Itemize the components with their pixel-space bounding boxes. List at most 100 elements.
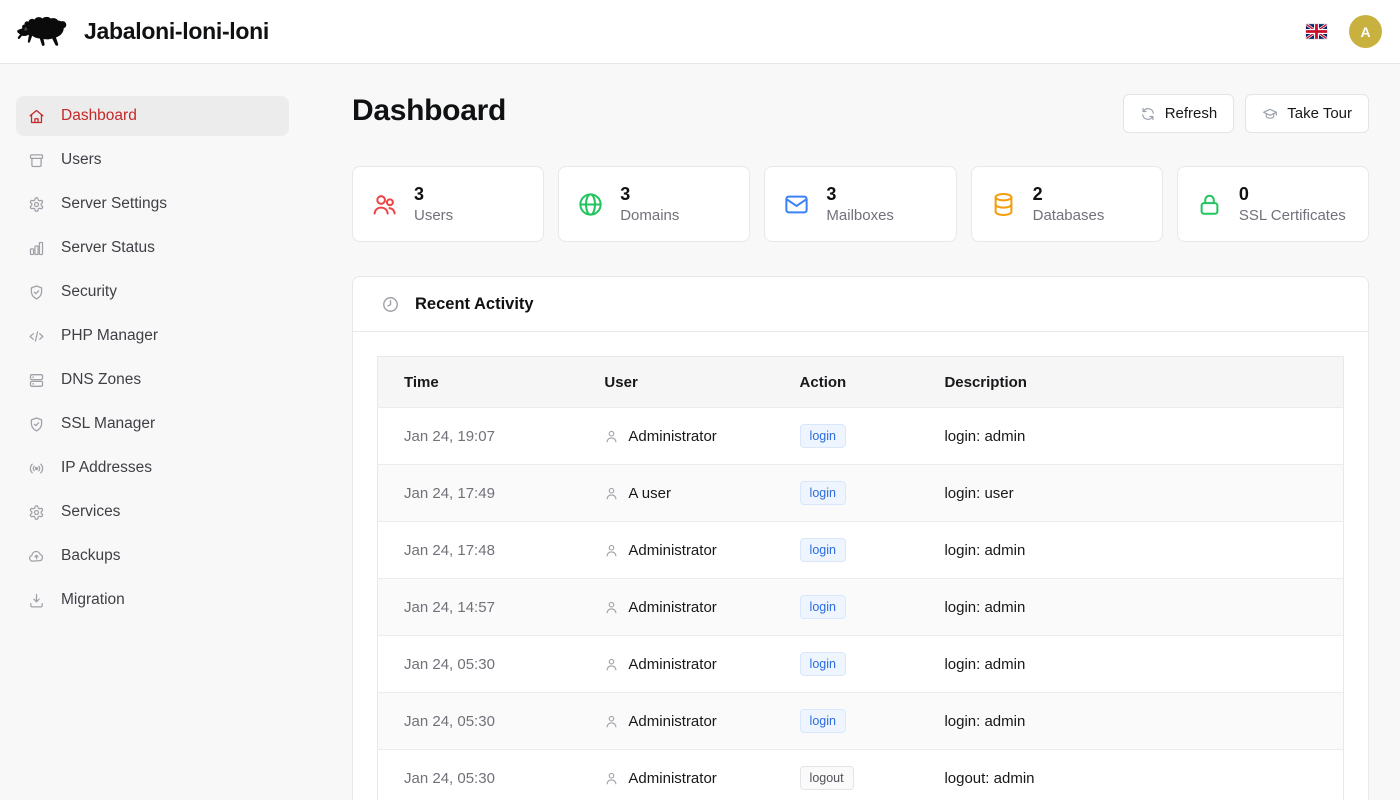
- sidebar-item[interactable]: SSL Manager: [16, 404, 289, 444]
- sidebar-item-label: Server Settings: [61, 195, 167, 213]
- sidebar-item-label: SSL Manager: [61, 415, 155, 433]
- activity-user: A user: [628, 485, 671, 502]
- person-icon: [604, 600, 619, 615]
- sidebar-item[interactable]: DNS Zones: [16, 360, 289, 400]
- stat-value: 3: [414, 183, 453, 206]
- sidebar-item-label: IP Addresses: [61, 459, 152, 477]
- stat-card: 2 Databases: [971, 166, 1163, 242]
- sidebar-item[interactable]: Services: [16, 492, 289, 532]
- sidebar-item-label: Dashboard: [61, 107, 137, 125]
- table-row: Jan 24, 14:57 Administrator login login:…: [378, 579, 1344, 636]
- stat-globe-icon: [577, 191, 604, 218]
- person-icon: [604, 657, 619, 672]
- language-flag-icon[interactable]: [1306, 24, 1327, 39]
- sidebar-item-label: Users: [61, 151, 101, 169]
- activity-user: Administrator: [628, 428, 716, 445]
- header-actions: Refresh Take Tour: [1123, 94, 1369, 133]
- sidebar-item[interactable]: Security: [16, 272, 289, 312]
- col-header-description: Description: [918, 357, 1343, 408]
- take-tour-button[interactable]: Take Tour: [1245, 94, 1369, 133]
- stat-label: Users: [414, 206, 453, 226]
- stat-card: 0 SSL Certificates: [1177, 166, 1369, 242]
- stat-database-icon: [990, 191, 1017, 218]
- download-icon: [28, 592, 45, 609]
- stat-label: Domains: [620, 206, 679, 226]
- panel-title: Recent Activity: [415, 295, 534, 314]
- stat-value: 2: [1033, 183, 1105, 206]
- broadcast-icon: [28, 460, 45, 477]
- sidebar-item-label: Server Status: [61, 239, 155, 257]
- stat-value: 0: [1239, 183, 1346, 206]
- action-badge: login: [800, 595, 846, 620]
- activity-time: Jan 24, 19:07: [378, 408, 579, 465]
- stat-cards: 3 Users 3 Domains 3 Mail: [352, 166, 1369, 242]
- sidebar-item[interactable]: Backups: [16, 536, 289, 576]
- activity-description: login: admin: [918, 693, 1343, 750]
- stat-label: Mailboxes: [826, 206, 894, 226]
- sidebar-item-label: PHP Manager: [61, 327, 158, 345]
- main-content: Dashboard Refresh Take Tour 3: [320, 64, 1400, 800]
- shield-check-icon: [28, 416, 45, 433]
- user-avatar[interactable]: A: [1349, 15, 1382, 48]
- stat-card: 3 Domains: [558, 166, 750, 242]
- sidebar-item[interactable]: Dashboard: [16, 96, 289, 136]
- table-row: Jan 24, 05:30 Administrator login login:…: [378, 693, 1344, 750]
- sidebar-item[interactable]: Users: [16, 140, 289, 180]
- activity-table: Time User Action Description Jan 24, 19:…: [377, 356, 1344, 800]
- activity-time: Jan 24, 05:30: [378, 636, 579, 693]
- table-row: Jan 24, 05:30 Administrator login login:…: [378, 636, 1344, 693]
- gear-icon: [28, 504, 45, 521]
- col-header-user: User: [578, 357, 773, 408]
- activity-time: Jan 24, 05:30: [378, 693, 579, 750]
- stat-card: 3 Users: [352, 166, 544, 242]
- col-header-action: Action: [774, 357, 919, 408]
- stat-users-icon: [371, 191, 398, 218]
- sidebar-item-label: DNS Zones: [61, 371, 141, 389]
- activity-description: logout: admin: [918, 750, 1343, 800]
- stat-label: Databases: [1033, 206, 1105, 226]
- table-row: Jan 24, 17:49 A user login login: user: [378, 465, 1344, 522]
- brand: Jabaloni-loni-loni: [16, 13, 269, 51]
- cloud-upload-icon: [28, 548, 45, 565]
- stat-value: 3: [620, 183, 679, 206]
- stat-label: SSL Certificates: [1239, 206, 1346, 226]
- topbar-right: A: [1306, 15, 1384, 48]
- person-icon: [604, 486, 619, 501]
- table-row: Jan 24, 17:48 Administrator login login:…: [378, 522, 1344, 579]
- action-badge: login: [800, 481, 846, 506]
- activity-time: Jan 24, 17:49: [378, 465, 579, 522]
- action-badge: login: [800, 538, 846, 563]
- page-title: Dashboard: [352, 94, 506, 128]
- activity-description: login: admin: [918, 636, 1343, 693]
- activity-description: login: admin: [918, 408, 1343, 465]
- graduation-cap-icon: [1262, 106, 1278, 122]
- activity-description: login: admin: [918, 522, 1343, 579]
- activity-time: Jan 24, 14:57: [378, 579, 579, 636]
- clock-icon: [381, 295, 400, 314]
- activity-time: Jan 24, 17:48: [378, 522, 579, 579]
- col-header-time: Time: [378, 357, 579, 408]
- recent-activity-panel: Recent Activity Time User Action Descrip…: [352, 276, 1369, 800]
- activity-description: login: admin: [918, 579, 1343, 636]
- action-badge: login: [800, 652, 846, 677]
- activity-time: Jan 24, 05:30: [378, 750, 579, 800]
- sidebar-item[interactable]: PHP Manager: [16, 316, 289, 356]
- sidebar-item[interactable]: Migration: [16, 580, 289, 620]
- person-icon: [604, 543, 619, 558]
- bar-chart-icon: [28, 240, 45, 257]
- action-badge: login: [800, 424, 846, 449]
- action-badge: login: [800, 709, 846, 734]
- refresh-button[interactable]: Refresh: [1123, 94, 1235, 133]
- gear-icon: [28, 196, 45, 213]
- sidebar-item[interactable]: Server Status: [16, 228, 289, 268]
- shield-check-icon: [28, 284, 45, 301]
- sidebar-item[interactable]: IP Addresses: [16, 448, 289, 488]
- action-badge: logout: [800, 766, 854, 791]
- sidebar-item-label: Migration: [61, 591, 125, 609]
- code-icon: [28, 328, 45, 345]
- stat-value: 3: [826, 183, 894, 206]
- person-icon: [604, 714, 619, 729]
- home-icon: [28, 108, 45, 125]
- sidebar-item[interactable]: Server Settings: [16, 184, 289, 224]
- sidebar-nav: Dashboard Users Server Settings Server S…: [0, 64, 320, 800]
